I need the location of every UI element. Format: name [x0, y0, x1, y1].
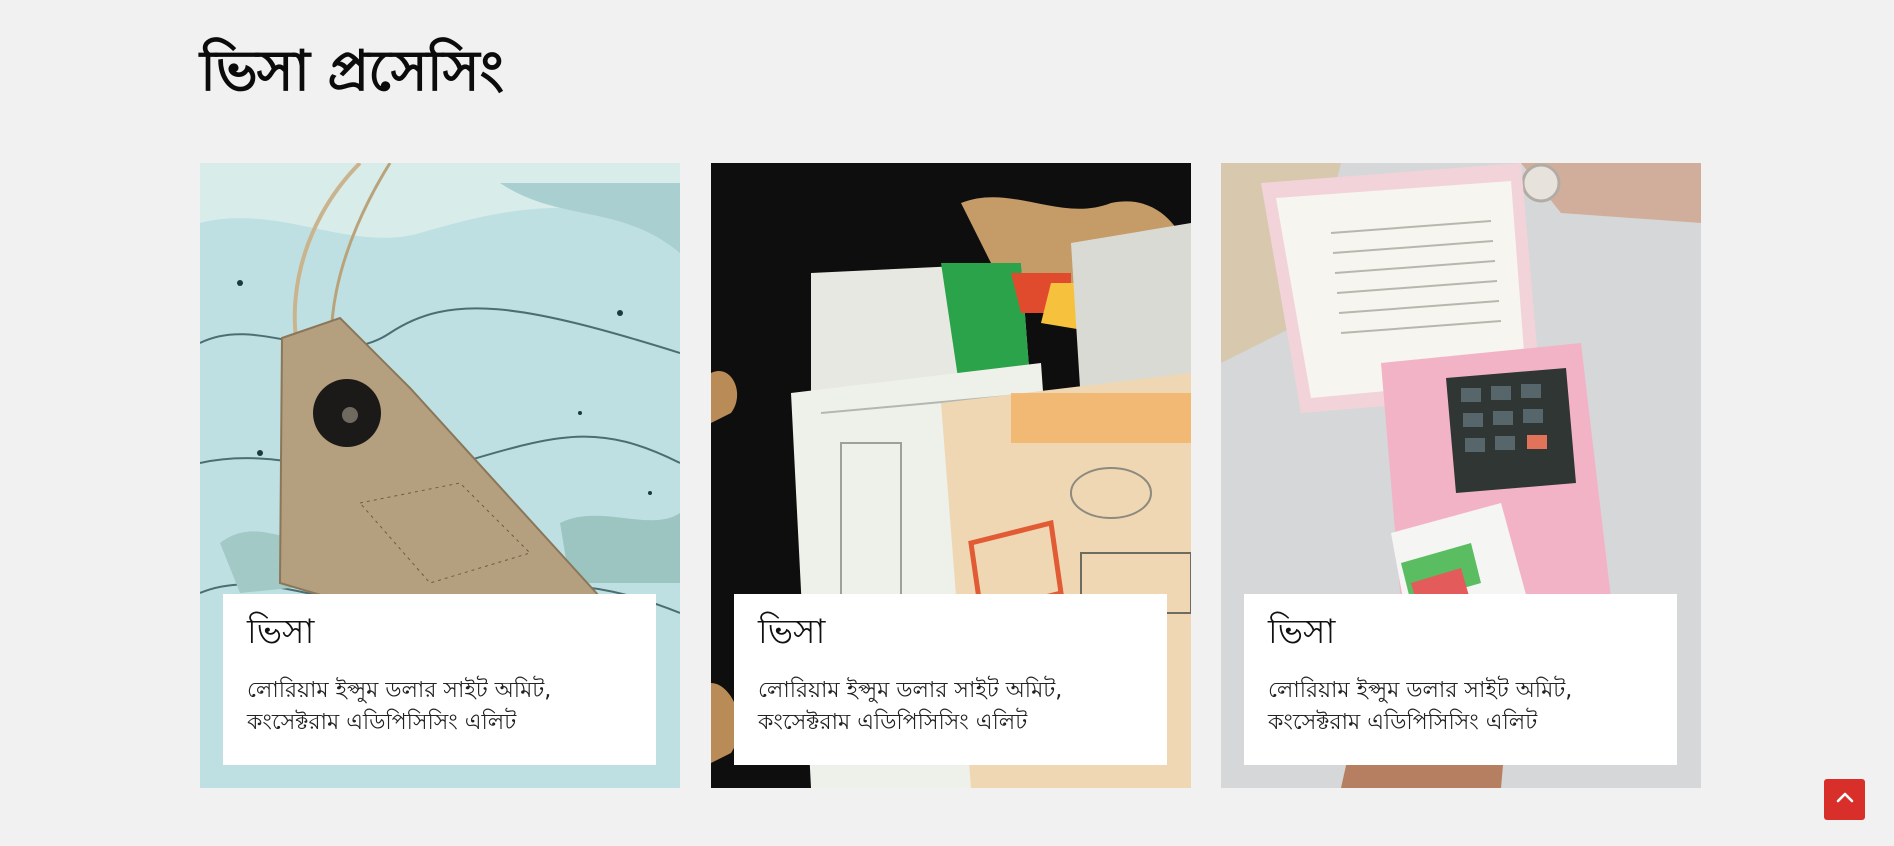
card-title: ভিসা [247, 612, 315, 652]
card-title: ভিসা [1268, 612, 1336, 652]
section-title: ভিসা প্রসেসিং [200, 39, 504, 104]
card-content: ভিসা লোরিয়াম ইপ্সুম ডলার সাইট অমিট, কংস… [223, 594, 656, 765]
card-description: লোরিয়াম ইপ্সুম ডলার সাইট অমিট, কংসেক্টর… [1268, 677, 1573, 735]
card-grid: ভিসা লোরিয়াম ইপ্সুম ডলার সাইট অমিট, কংস… [200, 163, 1702, 788]
chevron-up-icon [1834, 787, 1856, 812]
card-description: লোরিয়াম ইপ্সুম ডলার সাইট অমিট, কংসেক্টর… [247, 677, 552, 735]
card-title: ভিসা [758, 612, 826, 652]
visa-card[interactable]: ভিসা লোরিয়াম ইপ্সুম ডলার সাইট অমিট, কংস… [711, 163, 1191, 788]
back-to-top-button[interactable] [1824, 779, 1865, 820]
visa-card[interactable]: ভিসা লোরিয়াম ইপ্সুম ডলার সাইট অমিট, কংস… [1221, 163, 1701, 788]
card-content: ভিসা লোরিয়াম ইপ্সুম ডলার সাইট অমিট, কংস… [734, 594, 1167, 765]
card-content: ভিসা লোরিয়াম ইপ্সুম ডলার সাইট অমিট, কংস… [1244, 594, 1677, 765]
card-description: লোরিয়াম ইপ্সুম ডলার সাইট অমিট, কংসেক্টর… [758, 677, 1063, 735]
visa-card[interactable]: ভিসা লোরিয়াম ইপ্সুম ডলার সাইট অমিট, কংস… [200, 163, 680, 788]
